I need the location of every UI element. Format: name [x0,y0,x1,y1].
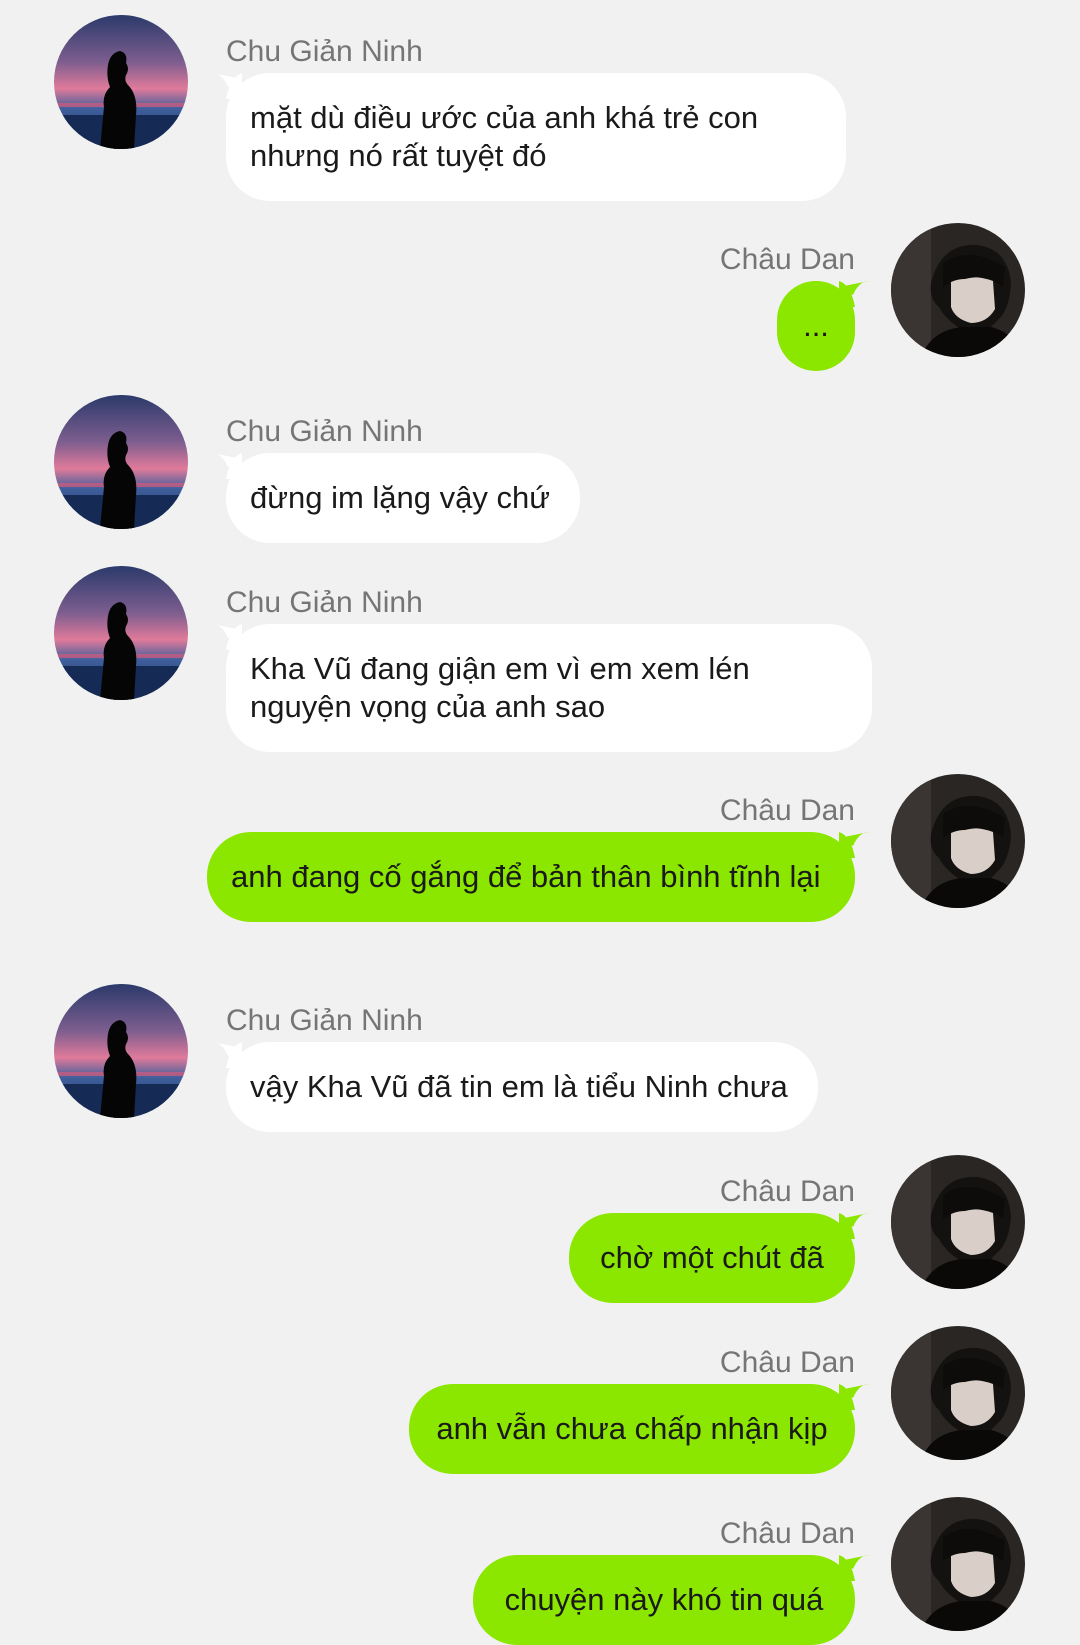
message-bubble[interactable]: anh vẫn chưa chấp nhận kịp [409,1384,869,1474]
bubble-tail [212,73,242,99]
portrait-avatar-icon[interactable] [891,1326,1025,1460]
sender-name: Châu Dan [719,1346,855,1379]
silhouette-avatar-icon[interactable] [54,566,188,700]
message-bubble[interactable]: ... [777,281,869,371]
sender-name: Châu Dan [719,243,855,276]
message-text: mặt dù điều ước của anh khá trẻ con nhưn… [250,100,759,173]
message-bubble[interactable]: chuyện này khó tin quá [473,1555,869,1645]
message-bubble[interactable]: mặt dù điều ước của anh khá trẻ con nhưn… [212,73,846,201]
sender-name: Châu Dan [719,1175,855,1208]
message-bubble[interactable]: đừng im lặng vậy chứ [212,453,580,543]
sender-name: Chu Giản Ninh [226,586,423,619]
message-bubble[interactable]: chờ một chút đã [569,1213,869,1303]
silhouette-avatar-icon[interactable] [54,395,188,529]
bubble-tail [212,453,242,479]
sender-name: Châu Dan [719,1517,855,1550]
bubble-tail [839,1213,869,1239]
message-text: Kha Vũ đang giận em vì em xem lén nguyện… [250,651,750,724]
bubble-tail [839,1384,869,1410]
bubble-tail [212,624,242,650]
bubble-tail [839,281,869,307]
bubble-tail [212,1042,242,1068]
silhouette-avatar-icon[interactable] [54,984,188,1118]
message-text: ... [803,308,829,343]
portrait-avatar-icon[interactable] [891,1497,1025,1631]
portrait-avatar-icon[interactable] [891,774,1025,908]
message-text: anh vẫn chưa chấp nhận kịp [436,1411,828,1446]
message-bubble[interactable]: Kha Vũ đang giận em vì em xem lén nguyện… [212,624,872,752]
sender-name: Chu Giản Ninh [226,1004,423,1037]
message-bubble[interactable]: anh đang cố gắng để bản thân bình tĩnh l… [207,832,869,922]
bubble-tail [839,1555,869,1581]
sender-name: Chu Giản Ninh [226,35,423,68]
sender-name: Châu Dan [719,794,855,827]
message-bubble[interactable]: vậy Kha Vũ đã tin em là tiểu Ninh chưa [212,1042,818,1132]
message-text: chuyện này khó tin quá [504,1582,824,1617]
message-text: chờ một chút đã [600,1240,824,1275]
message-text: anh đang cố gắng để bản thân bình tĩnh l… [231,859,821,894]
silhouette-avatar-icon[interactable] [54,15,188,149]
sender-name: Chu Giản Ninh [226,415,423,448]
message-text: vậy Kha Vũ đã tin em là tiểu Ninh chưa [250,1069,788,1104]
portrait-avatar-icon[interactable] [891,223,1025,357]
message-text: đừng im lặng vậy chứ [250,480,550,515]
portrait-avatar-icon[interactable] [891,1155,1025,1289]
chat-thread: Chu Giản Ninh mặt dù điều ước của anh kh… [0,0,1080,1645]
bubble-tail [839,832,869,858]
